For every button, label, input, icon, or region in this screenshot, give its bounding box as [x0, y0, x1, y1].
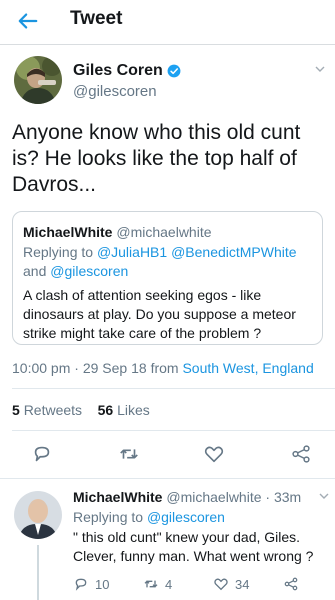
reply-button[interactable]	[28, 440, 56, 468]
share-icon	[284, 577, 298, 591]
divider	[12, 430, 335, 431]
reply-retweet-button[interactable]: 4	[143, 576, 172, 592]
reply-author-handle[interactable]: @michaelwhite	[166, 489, 261, 505]
author-name[interactable]: Giles Coren	[73, 62, 163, 80]
retweet-button[interactable]	[115, 440, 143, 468]
arrow-left-icon	[18, 13, 38, 29]
reply-author-avatar[interactable]	[14, 491, 62, 539]
reply-replying-prefix: Replying to	[73, 509, 144, 525]
likes-label: Likes	[117, 402, 150, 418]
chevron-down-icon	[319, 493, 329, 499]
quoted-replying-prefix: Replying to	[23, 244, 94, 260]
divider	[0, 478, 335, 479]
quoted-replying-to: Replying to @JuliaHB1 @BenedictMPWhite a…	[23, 243, 313, 281]
author-avatar[interactable]	[14, 56, 62, 104]
share-icon	[292, 445, 310, 463]
retweets-count: 5	[12, 402, 20, 418]
likes-count: 56	[97, 402, 114, 418]
like-button[interactable]	[200, 440, 228, 468]
reply-reply-button[interactable]: 10	[73, 576, 109, 592]
quoted-replying-and: and	[23, 263, 47, 279]
reply-like-button[interactable]: 34	[213, 576, 249, 592]
verified-badge-icon	[167, 64, 181, 78]
retweet-icon	[120, 449, 138, 459]
quoted-tweet[interactable]: MichaelWhite @michaelwhite Replying to @…	[12, 211, 323, 345]
reply-actions: 10 4 34	[73, 576, 328, 596]
tweet-timestamp: 10:00 pm · 29 Sep 18 from South West, En…	[12, 360, 314, 376]
reply-icon	[75, 578, 87, 591]
thread-line	[37, 545, 39, 600]
reply-time: 33m	[273, 489, 302, 505]
reply-like-count: 34	[235, 576, 250, 592]
reply-header: MichaelWhite @michaelwhite · 33m	[73, 489, 302, 505]
likes-stat[interactable]: 56 Likes	[98, 402, 150, 418]
quoted-tweet-header: MichaelWhite @michaelwhite	[23, 224, 212, 240]
tweet-time: 10:00 pm	[12, 360, 71, 376]
tweet-menu-button[interactable]	[314, 62, 326, 80]
author-handle[interactable]: @gilescoren	[73, 83, 157, 100]
page-title: Tweet	[70, 8, 123, 29]
reply-reply-count: 10	[95, 576, 110, 592]
tweet-text: Anyone know who this old cunt is? He loo…	[12, 121, 301, 196]
quoted-author-name: MichaelWhite	[23, 224, 113, 240]
location-link[interactable]: South West, England	[182, 360, 313, 376]
back-button[interactable]	[10, 6, 46, 36]
heart-icon	[214, 578, 228, 591]
retweet-icon	[144, 580, 158, 588]
mention-link[interactable]: @BenedictMPWhite	[171, 244, 296, 260]
author-name-row[interactable]: Giles Coren	[73, 62, 181, 80]
mention-link[interactable]: @JuliaHB1	[97, 244, 167, 260]
mention-link[interactable]: @gilescoren	[147, 509, 225, 525]
retweets-stat[interactable]: 5 Retweets	[12, 402, 82, 418]
retweets-label: Retweets	[23, 402, 83, 418]
share-button[interactable]	[287, 440, 315, 468]
tweet-stats: 5 Retweets 56 Likes	[12, 402, 150, 418]
reply-share-button[interactable]	[283, 576, 299, 592]
reply-retweet-count: 4	[165, 576, 173, 592]
tweet-source-prefix: from	[150, 360, 179, 376]
reply-author-name[interactable]: MichaelWhite	[73, 489, 162, 505]
reply-icon	[34, 446, 50, 462]
reply-text: " this old cunt" knew your dad, Giles. C…	[73, 529, 314, 564]
quoted-author-handle: @michaelwhite	[116, 224, 212, 240]
chevron-down-icon	[315, 66, 325, 72]
quoted-tweet-text: A clash of attention seeking egos - like…	[23, 287, 296, 341]
mention-link[interactable]: @gilescoren	[50, 263, 128, 279]
divider	[12, 388, 335, 389]
tweet-date: 29 Sep 18	[82, 360, 147, 376]
tweet-actions	[0, 440, 335, 468]
reply-replying-to: Replying to @gilescoren	[73, 509, 225, 525]
reply-menu-button[interactable]	[318, 489, 330, 507]
top-bar: Tweet	[0, 0, 335, 45]
heart-icon	[204, 446, 224, 463]
